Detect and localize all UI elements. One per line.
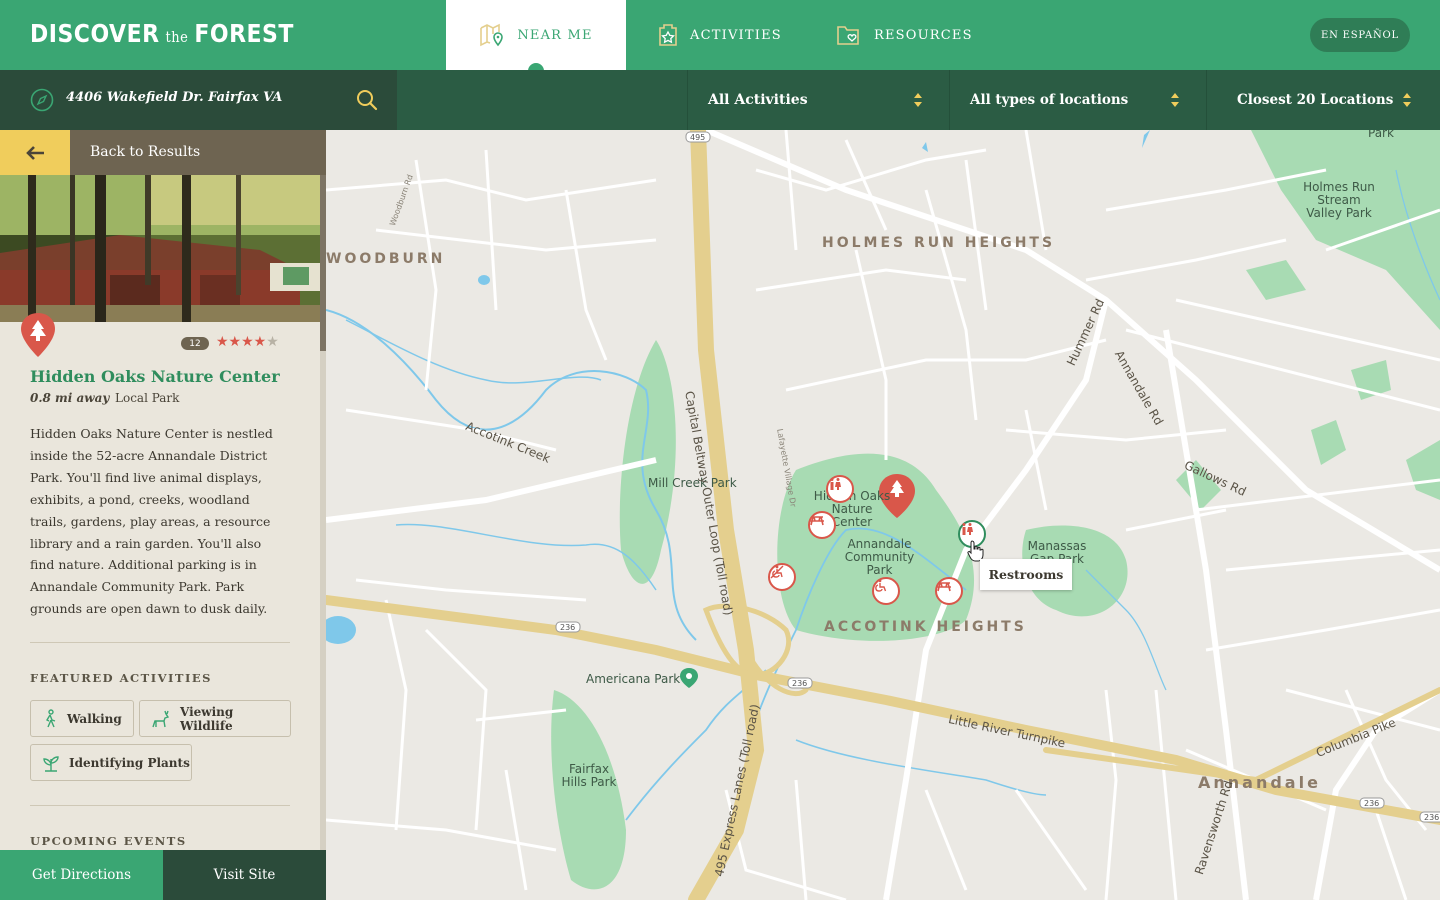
filter-bar: 4406 Wakefield Dr. Fairfax VA All Activi… [0,70,1440,130]
compass-icon [30,88,54,112]
map-marker-accessible[interactable] [872,577,900,605]
upcoming-events-heading: UPCOMING EVENTS [30,834,187,848]
map-area-annandale: Annandale [1198,773,1321,792]
tab-activities[interactable]: ACTIVITIES [658,0,788,70]
section-divider [30,805,290,806]
activities-select[interactable]: All Activities [687,70,949,130]
language-toggle-button[interactable]: EN ESPAÑOL [1310,18,1410,52]
picnic-table-icon [937,582,951,592]
sort-arrows-icon [1171,93,1179,107]
map-park-americana: Americana Park [586,672,681,686]
review-count-badge: 12 [181,337,209,350]
range-select-value: Closest 20 Locations [1237,92,1394,108]
map-park-annandale-community: Annandale Community Park [844,537,915,577]
back-button[interactable] [0,130,70,175]
location-detail-panel: Back to Results 12 ★★★★★ Hidden Oaks Nat… [0,130,326,900]
back-bar: Back to Results [0,130,326,175]
activity-chip-label: Identifying Plants [69,755,190,770]
map-pin-icon [480,23,504,47]
route-shield-236: 236 [792,679,807,688]
map-marker-picnic[interactable] [935,577,963,605]
tab-resources-label: RESOURCES [874,27,973,43]
sort-arrows-icon [1403,93,1411,107]
map-marker-no-access[interactable] [768,563,796,591]
arrow-left-icon [26,145,44,160]
search-icon[interactable] [355,88,379,112]
badge-star-icon [659,24,677,46]
picnic-table-icon [810,516,824,526]
restroom-icon [830,478,841,490]
map-park-fairfax-hills: Fairfax Hills Park [561,762,617,789]
map-park-mill-creek: Mill Creek Park [648,476,737,490]
walking-icon [46,708,56,727]
sort-arrows-icon [914,93,922,107]
star-rating: ★★★★★ [216,334,279,350]
location-type-select[interactable]: All types of locations [949,70,1206,130]
route-shield-236: 236 [560,623,575,632]
route-shield-236: 236 [1424,813,1439,822]
back-to-results-link[interactable]: Back to Results [90,144,200,160]
deer-icon [152,710,170,727]
activity-chip-viewing-wildlife[interactable]: Viewing Wildlife [139,700,291,737]
map-area-accotink-heights: ACCOTINK HEIGHTS [824,619,1027,635]
logo-text-discover: DISCOVER [30,20,160,49]
map-park-holmes-run-stream-valley: Holmes Run Stream Valley Park [1303,180,1375,220]
activities-select-value: All Activities [708,92,808,108]
visit-site-button[interactable]: Visit Site [163,850,326,900]
site-logo[interactable]: DISCOVER the FOREST [30,20,294,49]
tab-resources[interactable]: RESOURCES [836,0,976,70]
map-area-woodburn: WOODBURN [326,251,446,267]
location-photo [0,175,321,322]
map-area-holmes-run-heights: HOLMES RUN HEIGHTS [822,235,1056,251]
section-divider [30,642,290,643]
location-distance: 0.8 mi away [30,391,110,405]
location-title: Hidden Oaks Nature Center [30,367,280,386]
tab-near-me[interactable]: NEAR ME [446,0,626,71]
tree-pin-icon [21,313,55,357]
map-marker-picnic[interactable] [808,511,836,539]
tab-near-me-label: NEAR ME [517,27,593,43]
restroom-icon [962,523,973,535]
plant-icon [43,755,59,772]
map-park-label: Park [1368,130,1394,140]
activity-chip-identifying-plants[interactable]: Identifying Plants [30,744,192,781]
logo-text-the: the [165,29,189,47]
location-description: Hidden Oaks Nature Center is nestled ins… [30,426,273,617]
location-type: Local Park [115,391,180,405]
logo-text-forest: FOREST [194,20,294,49]
route-shield-236: 236 [1364,799,1379,808]
route-shield-495: 495 [690,133,705,142]
activity-chip-walking[interactable]: Walking [30,700,134,737]
top-navigation: DISCOVER the FOREST NEAR ME ACTIVITIES R… [0,0,1440,71]
map-marker-restrooms[interactable] [826,475,854,503]
wheelchair-icon [875,579,887,592]
folder-heart-icon [837,26,859,45]
featured-activities-heading: FEATURED ACTIVITIES [30,671,212,685]
get-directions-button[interactable]: Get Directions [0,850,163,900]
accessibility-icon [770,565,784,579]
map-tooltip: Restrooms [980,559,1072,590]
range-select[interactable]: Closest 20 Locations [1206,70,1440,130]
activity-chip-label: Viewing Wildlife [179,704,234,733]
tab-activities-label: ACTIVITIES [690,27,782,43]
location-type-select-value: All types of locations [970,92,1129,108]
activity-chip-label: Walking [67,711,122,726]
address-input[interactable]: 4406 Wakefield Dr. Fairfax VA [66,90,282,105]
address-search[interactable]: 4406 Wakefield Dr. Fairfax VA [0,70,397,130]
map-view[interactable]: 495 236 236 236 236 HOLMES RUN HEIGHTS W… [326,130,1440,900]
